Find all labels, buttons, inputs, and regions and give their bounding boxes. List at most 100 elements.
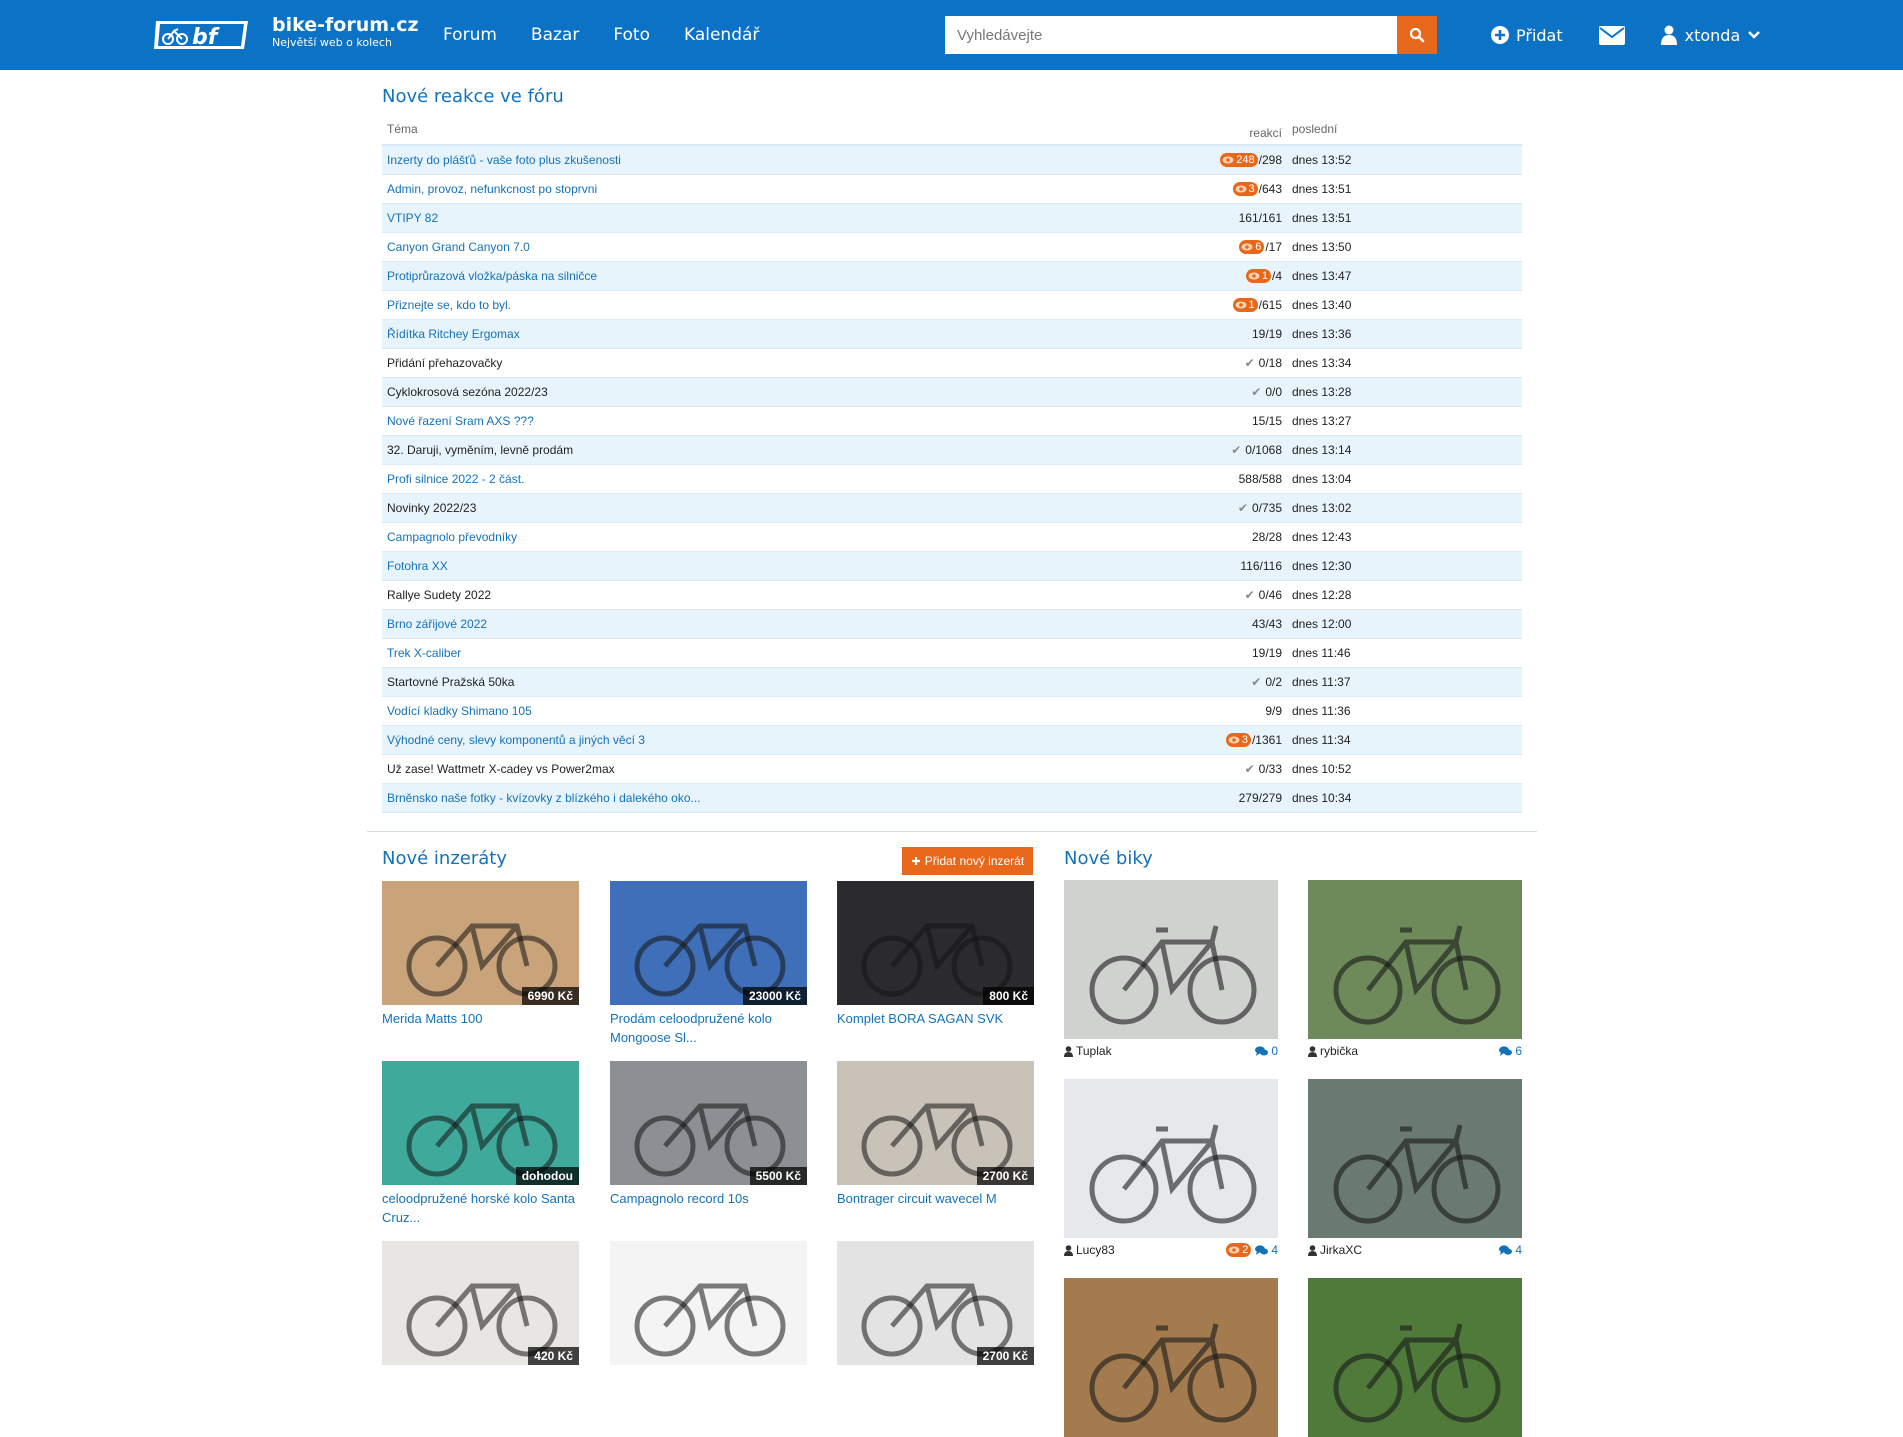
forum-row-topic[interactable]: Brněnsko naše fotky - kvízovky z blízkéh… bbox=[382, 791, 1142, 805]
ad-card[interactable]: 5500 Kč Campagnolo record 10s bbox=[610, 1061, 807, 1208]
bike-photo[interactable] bbox=[1308, 880, 1522, 1039]
bike-author[interactable]: Tuplak bbox=[1064, 1044, 1112, 1058]
forum-row-topic[interactable]: Fotohra XX bbox=[382, 559, 1142, 573]
forum-row[interactable]: Přiznejte se, kdo to byl. 1/615 dnes 13:40 bbox=[382, 291, 1522, 320]
forum-row-topic[interactable]: Profi silnice 2022 - 2 část. bbox=[382, 472, 1142, 486]
forum-row[interactable]: Výhodné ceny, slevy komponentů a jiných … bbox=[382, 726, 1522, 755]
bike-photo[interactable] bbox=[1308, 1079, 1522, 1238]
forum-row-topic[interactable]: Přidání přehazovačky bbox=[382, 356, 1142, 370]
ad-card[interactable]: 800 Kč Komplet BORA SAGAN SVK bbox=[837, 881, 1034, 1028]
nav-bazar[interactable]: Bazar bbox=[531, 25, 579, 45]
forum-row[interactable]: Trek X-caliber 19/19 dnes 11:46 bbox=[382, 639, 1522, 668]
ad-title[interactable]: Bontrager circuit wavecel M bbox=[837, 1189, 1034, 1208]
bike-author[interactable]: Lucy83 bbox=[1064, 1243, 1115, 1257]
ad-photo[interactable]: 23000 Kč bbox=[610, 881, 807, 1005]
ad-title[interactable]: Campagnolo record 10s bbox=[610, 1189, 807, 1208]
ad-photo[interactable]: 6990 Kč bbox=[382, 881, 579, 1005]
ad-photo[interactable]: 800 Kč bbox=[837, 881, 1034, 1005]
forum-row[interactable]: Inzerty do plášťů - vaše foto plus zkuše… bbox=[382, 146, 1522, 175]
ad-card[interactable]: 2700 Kč bbox=[837, 1241, 1034, 1365]
ad-card[interactable]: 420 Kč bbox=[382, 1241, 579, 1365]
user-menu[interactable]: xtonda bbox=[1660, 25, 1761, 45]
forum-row-topic[interactable]: Řídítka Ritchey Ergomax bbox=[382, 327, 1142, 341]
bike-photo[interactable] bbox=[1064, 880, 1278, 1039]
search-button[interactable] bbox=[1397, 16, 1437, 54]
forum-row-topic[interactable]: Brno zářijové 2022 bbox=[382, 617, 1142, 631]
unread-badge[interactable]: 2 bbox=[1226, 1243, 1252, 1257]
forum-row[interactable]: 32. Daruji, vyměním, levně prodám ✔ 0/1068… bbox=[382, 436, 1522, 465]
unread-badge[interactable]: 6 bbox=[1239, 240, 1265, 254]
ad-card[interactable]: 6990 Kč Merida Matts 100 bbox=[382, 881, 579, 1028]
ad-photo[interactable]: 5500 Kč bbox=[610, 1061, 807, 1185]
forum-row[interactable]: Řídítka Ritchey Ergomax 19/19 dnes 13:36 bbox=[382, 320, 1522, 349]
forum-row[interactable]: Brno zářijové 2022 43/43 dnes 12:00 bbox=[382, 610, 1522, 639]
ad-card[interactable]: 2700 Kč Bontrager circuit wavecel M bbox=[837, 1061, 1034, 1208]
forum-row-topic[interactable]: 32. Daruji, vyměním, levně prodám bbox=[382, 443, 1142, 457]
add-button[interactable]: Přidat bbox=[1490, 25, 1563, 45]
bike-photo[interactable] bbox=[1064, 1278, 1278, 1437]
forum-row[interactable]: Profi silnice 2022 - 2 část. 588/588 dnes … bbox=[382, 465, 1522, 494]
unread-badge[interactable]: 1 bbox=[1232, 298, 1258, 312]
forum-row-topic[interactable]: Cyklokrosová sezóna 2022/23 bbox=[382, 385, 1142, 399]
bike-comments[interactable]: 6 bbox=[1499, 1044, 1522, 1058]
unread-badge[interactable]: 3 bbox=[1232, 182, 1258, 196]
bike-comments[interactable]: 24 bbox=[1226, 1243, 1278, 1257]
bike-card[interactable]: Tuplak 0 bbox=[1064, 880, 1278, 1059]
forum-row[interactable]: Vodící kladky Shimano 105 9/9 dnes 11:36 bbox=[382, 697, 1522, 726]
nav-kalendar[interactable]: Kalendář bbox=[684, 25, 759, 45]
forum-row[interactable]: Protiprůrazová vložka/páska na silničce 1… bbox=[382, 262, 1522, 291]
bike-photo[interactable] bbox=[1064, 1079, 1278, 1238]
forum-row[interactable]: Canyon Grand Canyon 7.0 6/17 dnes 13:50 bbox=[382, 233, 1522, 262]
bike-card[interactable] bbox=[1064, 1278, 1278, 1437]
search-input[interactable] bbox=[945, 16, 1397, 54]
ad-photo[interactable]: 420 Kč bbox=[382, 1241, 579, 1365]
forum-row-topic[interactable]: Canyon Grand Canyon 7.0 bbox=[382, 240, 1142, 254]
add-ad-button[interactable]: Přidat nový inzerát bbox=[902, 847, 1033, 875]
forum-row[interactable]: Brněnsko naše fotky - kvízovky z blízkéh… bbox=[382, 784, 1522, 813]
bike-author[interactable]: rybička bbox=[1308, 1044, 1358, 1058]
ad-photo[interactable]: dohodou bbox=[382, 1061, 579, 1185]
ad-card[interactable]: dohodou celoodpružené horské kolo Santa C… bbox=[382, 1061, 579, 1227]
forum-row[interactable]: Přidání přehazovačky ✔ 0/18 dnes 13:34 bbox=[382, 349, 1522, 378]
bike-card[interactable]: JirkaXC 4 bbox=[1308, 1079, 1522, 1258]
forum-row-topic[interactable]: Nové řazení Sram AXS ??? bbox=[382, 414, 1142, 428]
ad-photo[interactable] bbox=[610, 1241, 807, 1365]
forum-row-topic[interactable]: Už zase! Wattmetr X-cadey vs Power2max bbox=[382, 762, 1142, 776]
unread-badge[interactable]: 3 bbox=[1225, 733, 1251, 747]
forum-row[interactable]: Fotohra XX 116/116 dnes 12:30 bbox=[382, 552, 1522, 581]
forum-row-topic[interactable]: Protiprůrazová vložka/páska na silničce bbox=[382, 269, 1142, 283]
bike-comments[interactable]: 4 bbox=[1499, 1243, 1522, 1257]
ad-photo[interactable]: 2700 Kč bbox=[837, 1061, 1034, 1185]
forum-row[interactable]: Novinky 2022/23 ✔ 0/735 dnes 13:02 bbox=[382, 494, 1522, 523]
unread-badge[interactable]: 1 bbox=[1245, 269, 1271, 283]
forum-row-topic[interactable]: Trek X-caliber bbox=[382, 646, 1142, 660]
forum-row[interactable]: Admin, provoz, nefunkcnost po stoprvni 3/… bbox=[382, 175, 1522, 204]
bike-author[interactable]: JirkaXC bbox=[1308, 1243, 1362, 1257]
forum-row[interactable]: VTIPY 82 161/161 dnes 13:51 bbox=[382, 204, 1522, 233]
forum-row-topic[interactable]: Výhodné ceny, slevy komponentů a jiných … bbox=[382, 733, 1142, 747]
ad-title[interactable]: Merida Matts 100 bbox=[382, 1009, 579, 1028]
forum-row[interactable]: Nové řazení Sram AXS ??? 15/15 dnes 13:27 bbox=[382, 407, 1522, 436]
forum-row[interactable]: Campagnolo převodníky 28/28 dnes 12:43 bbox=[382, 523, 1522, 552]
forum-row-topic[interactable]: Startovné Pražská 50ka bbox=[382, 675, 1142, 689]
forum-row-topic[interactable]: VTIPY 82 bbox=[382, 211, 1142, 225]
bike-card[interactable]: Lucy83 2 4 bbox=[1064, 1079, 1278, 1258]
nav-foto[interactable]: Foto bbox=[613, 25, 650, 45]
ad-title[interactable]: Komplet BORA SAGAN SVK bbox=[837, 1009, 1034, 1028]
bike-photo[interactable] bbox=[1308, 1278, 1522, 1437]
ad-title[interactable]: celoodpružené horské kolo Santa Cruz... bbox=[382, 1189, 579, 1227]
forum-row-topic[interactable]: Vodící kladky Shimano 105 bbox=[382, 704, 1142, 718]
forum-row-topic[interactable]: Rallye Sudety 2022 bbox=[382, 588, 1142, 602]
ad-photo[interactable]: 2700 Kč bbox=[837, 1241, 1034, 1365]
ad-title[interactable]: Prodám celoodpružené kolo Mongoose Sl... bbox=[610, 1009, 807, 1047]
messages-button[interactable] bbox=[1598, 25, 1625, 45]
forum-row-topic[interactable]: Přiznejte se, kdo to byl. bbox=[382, 298, 1142, 312]
forum-row[interactable]: Startovné Pražská 50ka ✔ 0/2 dnes 11:37 bbox=[382, 668, 1522, 697]
site-logo[interactable]: bf bbox=[152, 17, 252, 53]
ad-card[interactable]: 23000 Kč Prodám celoodpružené kolo Mongoo… bbox=[610, 881, 807, 1047]
bike-card[interactable] bbox=[1308, 1278, 1522, 1437]
forum-row-topic[interactable]: Novinky 2022/23 bbox=[382, 501, 1142, 515]
logo-text[interactable]: bike-forum.cz Největší web o kolech bbox=[272, 14, 419, 50]
nav-forum[interactable]: Forum bbox=[443, 25, 497, 45]
forum-row-topic[interactable]: Admin, provoz, nefunkcnost po stoprvni bbox=[382, 182, 1142, 196]
